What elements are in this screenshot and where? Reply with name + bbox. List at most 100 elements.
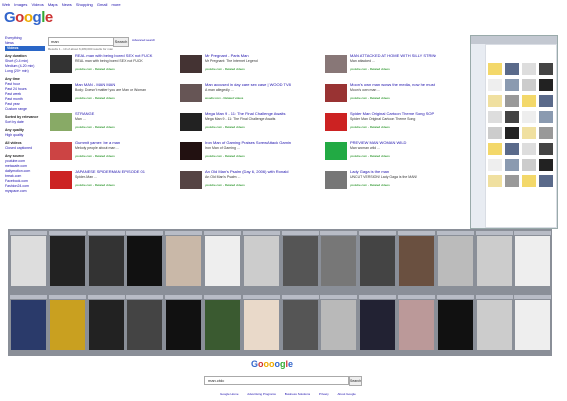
file-thumbnail[interactable] xyxy=(505,79,519,91)
search-input[interactable]: man xyxy=(48,37,116,46)
filmstrip-frame[interactable] xyxy=(475,231,513,287)
file-thumbnail[interactable] xyxy=(505,143,519,155)
file-thumbnail[interactable] xyxy=(505,127,519,139)
google-logo-bottom[interactable]: Goooogle xyxy=(251,359,293,369)
video-thumbnail[interactable] xyxy=(325,113,347,131)
video-thumbnail[interactable] xyxy=(180,171,202,189)
result-title[interactable]: Moon's own man wows the media, now he mu… xyxy=(350,83,436,87)
search-button[interactable]: Search xyxy=(113,37,129,47)
file-thumbnail[interactable] xyxy=(505,63,519,75)
result-title[interactable]: Man MAN - MAN MAN xyxy=(75,83,161,87)
result-url[interactable]: youtube.com - Related videos xyxy=(350,154,436,158)
file-thumbnail[interactable] xyxy=(522,175,536,187)
file-thumbnail[interactable] xyxy=(539,143,553,155)
nav-shopping[interactable]: Shopping xyxy=(76,2,93,7)
file-thumbnail[interactable] xyxy=(539,159,553,171)
filmstrip-frame[interactable] xyxy=(126,295,164,351)
video-thumbnail[interactable] xyxy=(325,171,347,189)
file-thumbnail[interactable] xyxy=(488,111,502,123)
sidebar-filter[interactable]: Custom range xyxy=(5,107,45,112)
result-url[interactable]: youtube.com - Related videos xyxy=(350,96,436,100)
filmstrip-frame[interactable] xyxy=(242,295,280,351)
file-thumbnail[interactable] xyxy=(488,143,502,155)
video-thumbnail[interactable] xyxy=(50,171,72,189)
filmstrip-frame[interactable] xyxy=(165,295,203,351)
result-url[interactable]: youtube.com - Related videos xyxy=(75,125,161,129)
result-title[interactable]: STRANGE xyxy=(75,112,161,116)
result-url[interactable]: youtube.com - Related videos xyxy=(350,67,436,71)
sidebar-filter[interactable]: Closed captioned xyxy=(5,146,45,151)
filmstrip-frame[interactable] xyxy=(398,231,435,287)
result-url[interactable]: youtube.com - Related videos xyxy=(205,125,291,129)
nav-videos[interactable]: Videos xyxy=(32,2,44,7)
filmstrip-frame[interactable] xyxy=(48,295,86,351)
file-thumbnail[interactable] xyxy=(539,175,553,187)
result-title[interactable]: Iron Man of Gaming Praises ScrewAttack G… xyxy=(205,141,291,145)
video-thumbnail[interactable] xyxy=(325,142,347,160)
filmstrip-frame[interactable] xyxy=(10,231,47,287)
filmstrip-frame[interactable] xyxy=(281,295,319,351)
file-thumbnail[interactable] xyxy=(522,95,536,107)
result-url[interactable]: youtube.com - Related videos xyxy=(75,154,161,158)
filmstrip-frame[interactable] xyxy=(10,295,47,351)
video-thumbnail[interactable] xyxy=(50,55,72,73)
result-title[interactable]: Lady Gaga is the man xyxy=(350,170,436,174)
file-thumbnail[interactable] xyxy=(522,79,536,91)
filmstrip-frame[interactable] xyxy=(281,231,319,287)
file-thumbnail[interactable] xyxy=(505,175,519,187)
video-thumbnail[interactable] xyxy=(180,55,202,73)
video-thumbnail[interactable] xyxy=(50,113,72,131)
sidebar-item[interactable]: Videos xyxy=(5,46,45,51)
file-thumbnail[interactable] xyxy=(488,159,502,171)
file-thumbnail[interactable] xyxy=(488,95,502,107)
video-thumbnail[interactable] xyxy=(180,84,202,102)
footer-link[interactable]: About Google xyxy=(337,392,355,396)
filmstrip-frame[interactable] xyxy=(320,295,358,351)
video-thumbnail[interactable] xyxy=(50,142,72,160)
file-thumbnail[interactable] xyxy=(522,63,536,75)
filmstrip-frame[interactable] xyxy=(514,231,552,287)
nav-web[interactable]: Web xyxy=(2,2,10,7)
file-thumbnail[interactable] xyxy=(539,111,553,123)
sidebar-filter[interactable]: myspace.com xyxy=(5,189,45,194)
result-url[interactable]: youtube.com - Related videos xyxy=(205,154,291,158)
video-thumbnail[interactable] xyxy=(180,113,202,131)
video-thumbnail[interactable] xyxy=(50,84,72,102)
file-thumbnail[interactable] xyxy=(488,79,502,91)
sidebar-filter[interactable]: Long (20+ min) xyxy=(5,69,45,74)
filmstrip-frame[interactable] xyxy=(475,295,513,351)
file-thumbnail[interactable] xyxy=(522,159,536,171)
result-title[interactable]: PREVIEW MAN WOMAN WILD xyxy=(350,141,436,145)
footer-link[interactable]: Privacy xyxy=(319,392,329,396)
filmstrip-frame[interactable] xyxy=(398,295,435,351)
bottom-search-input[interactable]: man.ctdc xyxy=(204,376,349,385)
filmstrip-frame[interactable] xyxy=(436,231,474,287)
result-url[interactable]: woodtv.com - Related videos xyxy=(205,96,291,100)
result-title[interactable]: Mega Man 9 - 11: The Final Challenge Awa… xyxy=(205,112,291,116)
result-title[interactable]: Spider Man Original Cartoon Theme Song S… xyxy=(350,112,436,116)
file-thumbnail[interactable] xyxy=(522,111,536,123)
file-thumbnail[interactable] xyxy=(488,127,502,139)
filmstrip-frame[interactable] xyxy=(242,231,280,287)
result-title[interactable]: An Old Man's Psalm (Day 6, 2006) with Ro… xyxy=(205,170,291,174)
filmstrip-frame[interactable] xyxy=(126,231,164,287)
filmstrip-frame[interactable] xyxy=(204,295,241,351)
result-url[interactable]: youtube.com - Related videos xyxy=(350,183,436,187)
result-title[interactable]: MAN ATTACKED AT HOME WITH SILLY STRING xyxy=(350,54,436,58)
nav-maps[interactable]: Maps xyxy=(48,2,58,7)
footer-link[interactable]: Advertising Programs xyxy=(247,392,276,396)
filmstrip-frame[interactable] xyxy=(165,231,203,287)
file-thumbnail[interactable] xyxy=(505,159,519,171)
file-thumbnail[interactable] xyxy=(522,143,536,155)
sidebar-filter[interactable]: High quality xyxy=(5,133,45,138)
file-thumbnail[interactable] xyxy=(539,63,553,75)
result-url[interactable]: youtube.com - Related videos xyxy=(205,183,291,187)
video-thumbnail[interactable] xyxy=(325,84,347,102)
filmstrip-frame[interactable] xyxy=(87,231,125,287)
footer-link[interactable]: Google Home xyxy=(220,392,239,396)
bottom-search-button[interactable]: Search xyxy=(349,376,362,386)
nav-more[interactable]: more xyxy=(111,2,120,7)
filmstrip-frame[interactable] xyxy=(359,295,397,351)
result-title[interactable]: Man accused in day care sex case | WOOD … xyxy=(205,83,291,87)
filmstrip-frame[interactable] xyxy=(87,295,125,351)
